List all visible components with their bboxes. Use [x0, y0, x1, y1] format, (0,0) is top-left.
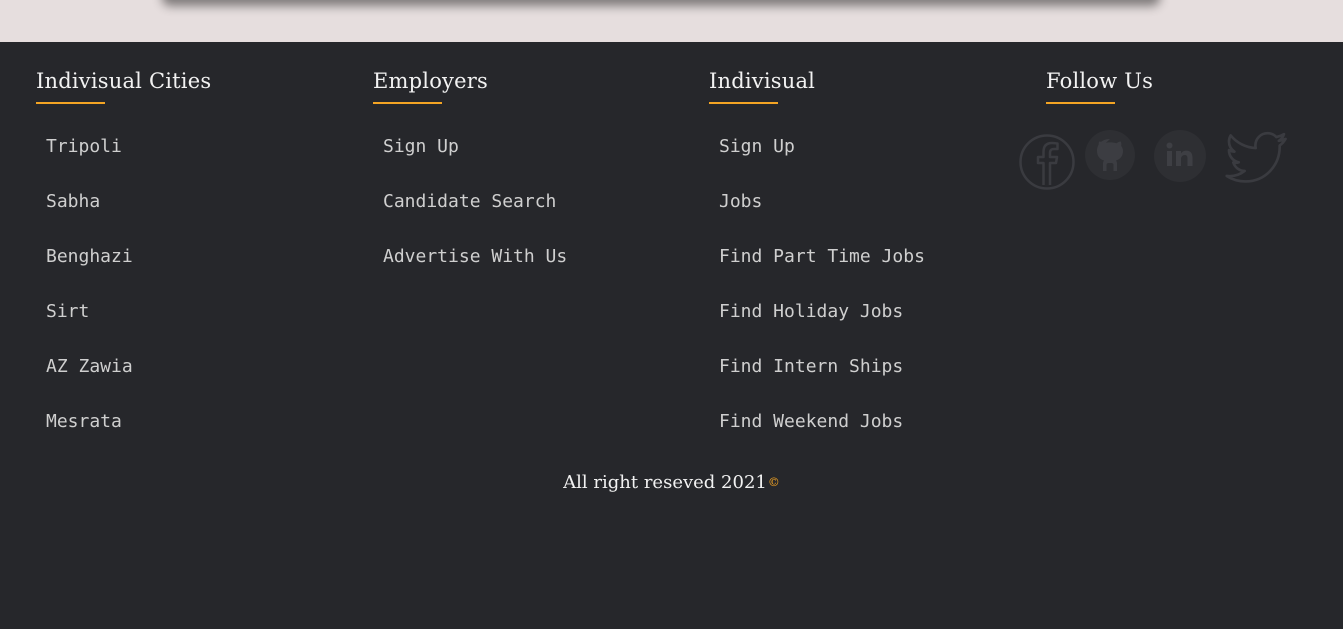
title-underline	[373, 102, 442, 104]
footer-column-follow-us: Follow Us	[1046, 68, 1153, 104]
column-title-employers: Employers	[373, 69, 488, 93]
page-top-area	[0, 0, 1343, 42]
footer-link-sabha[interactable]: Sabha	[46, 189, 346, 244]
footer-link-part-time-jobs[interactable]: Find Part Time Jobs	[719, 244, 1019, 299]
indivisual-link-list: Sign Up Jobs Find Part Time Jobs Find Ho…	[719, 134, 1019, 464]
footer-column-cities: Indivisual Cities Tripoli Sabha Benghazi…	[36, 68, 212, 432]
github-icon[interactable]	[1085, 130, 1135, 180]
footer-link-weekend-jobs[interactable]: Find Weekend Jobs	[719, 409, 1019, 464]
column-title-indivisual: Indivisual	[709, 69, 816, 93]
cities-link-list: Tripoli Sabha Benghazi Sirt AZ Zawia Mes…	[46, 134, 346, 464]
copyright-notice: All right reseved 2021©	[0, 472, 1343, 493]
footer-column-employers: Employers Sign Up Candidate Search Adver…	[373, 68, 567, 267]
twitter-icon[interactable]	[1223, 130, 1289, 190]
footer-link-candidate-search[interactable]: Candidate Search	[383, 189, 683, 244]
site-footer: Indivisual Cities Tripoli Sabha Benghazi…	[0, 42, 1343, 629]
title-underline	[36, 102, 105, 104]
social-icons-row	[1018, 130, 1308, 200]
footer-column-indivisual: Indivisual Sign Up Jobs Find Part Time J…	[709, 68, 925, 432]
footer-link-employer-sign-up[interactable]: Sign Up	[383, 134, 683, 189]
footer-link-holiday-jobs[interactable]: Find Holiday Jobs	[719, 299, 1019, 354]
footer-link-tripoli[interactable]: Tripoli	[46, 134, 346, 189]
footer-link-intern-ships[interactable]: Find Intern Ships	[719, 354, 1019, 409]
column-title-cities: Indivisual Cities	[36, 69, 212, 93]
column-title-follow-us: Follow Us	[1046, 69, 1154, 93]
title-underline	[1046, 102, 1115, 104]
linkedin-icon[interactable]	[1154, 130, 1206, 182]
footer-link-advertise[interactable]: Advertise With Us	[383, 244, 683, 299]
footer-link-benghazi[interactable]: Benghazi	[46, 244, 346, 299]
footer-link-indivisual-sign-up[interactable]: Sign Up	[719, 134, 1019, 189]
copyright-text: All right reseved 2021	[563, 472, 767, 493]
title-underline	[709, 102, 778, 104]
footer-link-jobs[interactable]: Jobs	[719, 189, 1019, 244]
footer-link-sirt[interactable]: Sirt	[46, 299, 346, 354]
copyright-symbol: ©	[767, 475, 780, 489]
footer-link-az-zawia[interactable]: AZ Zawia	[46, 354, 346, 409]
footer-link-mesrata[interactable]: Mesrata	[46, 409, 346, 464]
employers-link-list: Sign Up Candidate Search Advertise With …	[383, 134, 683, 299]
facebook-icon[interactable]	[1018, 133, 1076, 191]
